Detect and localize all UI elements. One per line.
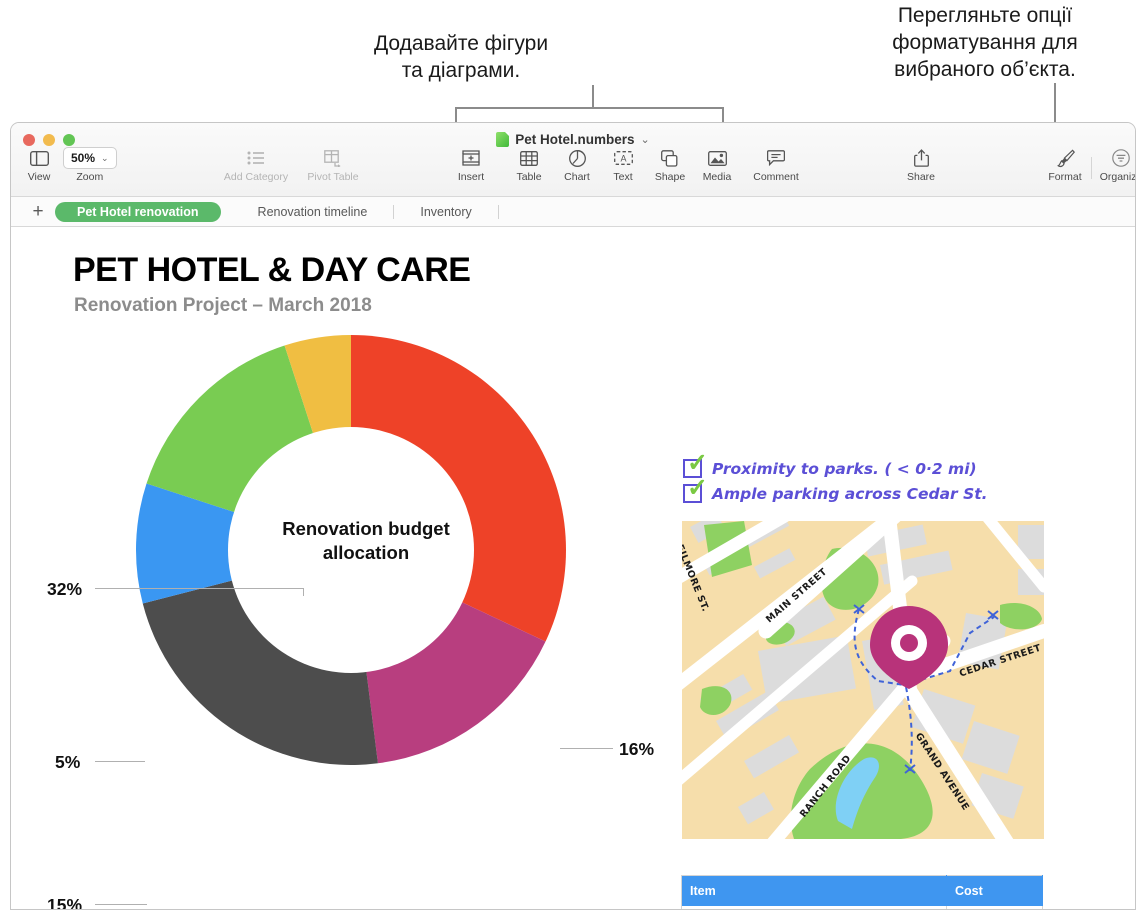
sheet-tab-divider	[498, 205, 499, 219]
document-title-bar[interactable]: Pet Hotel.numbers ⌄	[11, 132, 1135, 147]
checklist-label: Ample parking across Cedar St.	[712, 485, 988, 503]
table-header-row: Item Cost	[682, 876, 1043, 906]
chevron-down-icon: ⌄	[101, 153, 109, 164]
numbers-window: Pet Hotel.numbers ⌄ View 50% ⌄ Zoom	[10, 122, 1136, 910]
pct-label-plumbing: 5%	[55, 752, 80, 773]
table-label: Table	[516, 171, 541, 183]
view-button[interactable]: View	[10, 147, 71, 183]
format-label: Format	[1048, 171, 1081, 183]
table-icon	[520, 147, 538, 169]
donut-svg	[26, 332, 686, 802]
image-icon	[708, 147, 727, 169]
list-icon	[247, 147, 265, 169]
sheet-tab-pet-hotel-renovation[interactable]: Pet Hotel renovation	[55, 202, 221, 222]
cost-table[interactable]: Item Cost Design consultation fees $1,50…	[681, 875, 1043, 910]
callout-bracket-left-tick	[455, 107, 457, 123]
add-category-label: Add Category	[224, 171, 288, 183]
svg-text:A: A	[620, 153, 626, 163]
pie-chart-icon	[569, 147, 586, 169]
chart-label: Chart	[564, 171, 590, 183]
organize-filter-icon	[1112, 147, 1130, 169]
add-sheet-button[interactable]: +	[21, 202, 55, 221]
sheet-canvas: PET HOTEL & DAY CARE Renovation Project …	[11, 227, 1135, 910]
callout-format-options: Перегляньте опції форматування для вибра…	[830, 2, 1140, 83]
cell-cost[interactable]: $1,500	[947, 906, 1043, 910]
check-icon: ✓	[687, 477, 709, 499]
zoom-popup-button[interactable]: 50% ⌄	[63, 147, 117, 169]
zoom-control[interactable]: 50% ⌄ Zoom	[63, 147, 117, 183]
column-header-item[interactable]: Item	[682, 876, 947, 906]
donut-center-label: Renovation budget allocation	[241, 517, 491, 565]
comment-label: Comment	[753, 171, 799, 183]
pivot-table-button[interactable]: Pivot Table	[301, 147, 365, 183]
format-button[interactable]: Format	[1033, 147, 1097, 183]
organize-label: Organize	[1100, 171, 1136, 183]
comment-icon	[767, 147, 785, 169]
share-button[interactable]: Share	[889, 147, 953, 183]
organize-button[interactable]: Organize	[1089, 147, 1136, 183]
shapes-icon	[661, 147, 679, 169]
callout-bracket-right-tick	[722, 107, 724, 123]
callout-add-shapes: Додавайте фігури та діаграми.	[316, 30, 606, 84]
sheet-tab-renovation-timeline[interactable]: Renovation timeline	[242, 202, 384, 222]
zoom-label: Zoom	[76, 171, 103, 183]
document-title-text: Pet Hotel.numbers	[515, 132, 634, 147]
pivot-table-label: Pivot Table	[307, 171, 358, 183]
handwritten-checklist: ✓ Proximity to parks. ( < 0·2 mi) ✓ Ampl…	[683, 459, 988, 509]
media-button[interactable]: Media	[685, 147, 749, 183]
callout-bracket-line	[455, 107, 724, 109]
chevron-down-icon[interactable]: ⌄	[641, 133, 650, 146]
view-label: View	[28, 171, 51, 183]
zoom-value: 50%	[71, 151, 95, 165]
insert-button[interactable]: Insert	[439, 147, 503, 183]
location-map-image[interactable]: FILMORE ST. MAIN STREET CEDAR STREET RAN…	[682, 521, 1044, 839]
sheet-tab-bar: + Pet Hotel renovation Renovation timeli…	[11, 197, 1135, 227]
pct-leader-cabinetry	[95, 588, 304, 589]
pct-leader-tick	[303, 588, 304, 596]
sidebar-view-icon	[30, 147, 49, 169]
toolbar: Pet Hotel.numbers ⌄ View 50% ⌄ Zoom	[11, 123, 1135, 197]
pct-label-flooring: 15%	[47, 895, 82, 910]
sheet-tab-inventory[interactable]: Inventory	[404, 202, 487, 222]
media-label: Media	[703, 171, 732, 183]
pct-label-cabinetry: 32%	[47, 579, 82, 600]
checklist-label: Proximity to parks. ( < 0·2 mi)	[712, 460, 977, 478]
budget-donut-chart[interactable]: Renovation budget allocation	[26, 332, 686, 802]
comment-button[interactable]: Comment	[744, 147, 808, 183]
cell-item[interactable]: Design consultation fees	[682, 906, 947, 910]
insert-icon	[462, 147, 480, 169]
sheet-tab-divider	[393, 205, 394, 219]
table-row[interactable]: Design consultation fees $1,500	[682, 906, 1043, 910]
pct-leader-flooring	[95, 904, 147, 905]
checklist-item: ✓ Proximity to parks. ( < 0·2 mi)	[683, 459, 988, 478]
map-svg	[682, 521, 1044, 839]
text-box-icon: A	[614, 147, 633, 169]
checkbox-icon[interactable]: ✓	[683, 484, 702, 503]
pct-leader-fixtures	[560, 748, 613, 749]
page-subtitle: Renovation Project – March 2018	[74, 295, 372, 317]
pivot-table-icon	[324, 147, 343, 169]
insert-label: Insert	[458, 171, 484, 183]
column-header-cost[interactable]: Cost	[947, 876, 1043, 906]
pct-label-fixtures: 16%	[619, 739, 654, 760]
share-label: Share	[907, 171, 935, 183]
share-icon	[914, 147, 929, 169]
numbers-document-icon	[496, 132, 509, 147]
callout-bracket-stem	[592, 85, 594, 108]
shape-label: Shape	[655, 171, 685, 183]
check-icon: ✓	[687, 452, 709, 474]
add-category-button[interactable]: Add Category	[224, 147, 288, 183]
page-title: PET HOTEL & DAY CARE	[73, 251, 470, 290]
paintbrush-icon	[1056, 147, 1075, 169]
checklist-item: ✓ Ample parking across Cedar St.	[683, 484, 988, 503]
text-label: Text	[613, 171, 632, 183]
pct-leader-plumbing	[95, 761, 145, 762]
